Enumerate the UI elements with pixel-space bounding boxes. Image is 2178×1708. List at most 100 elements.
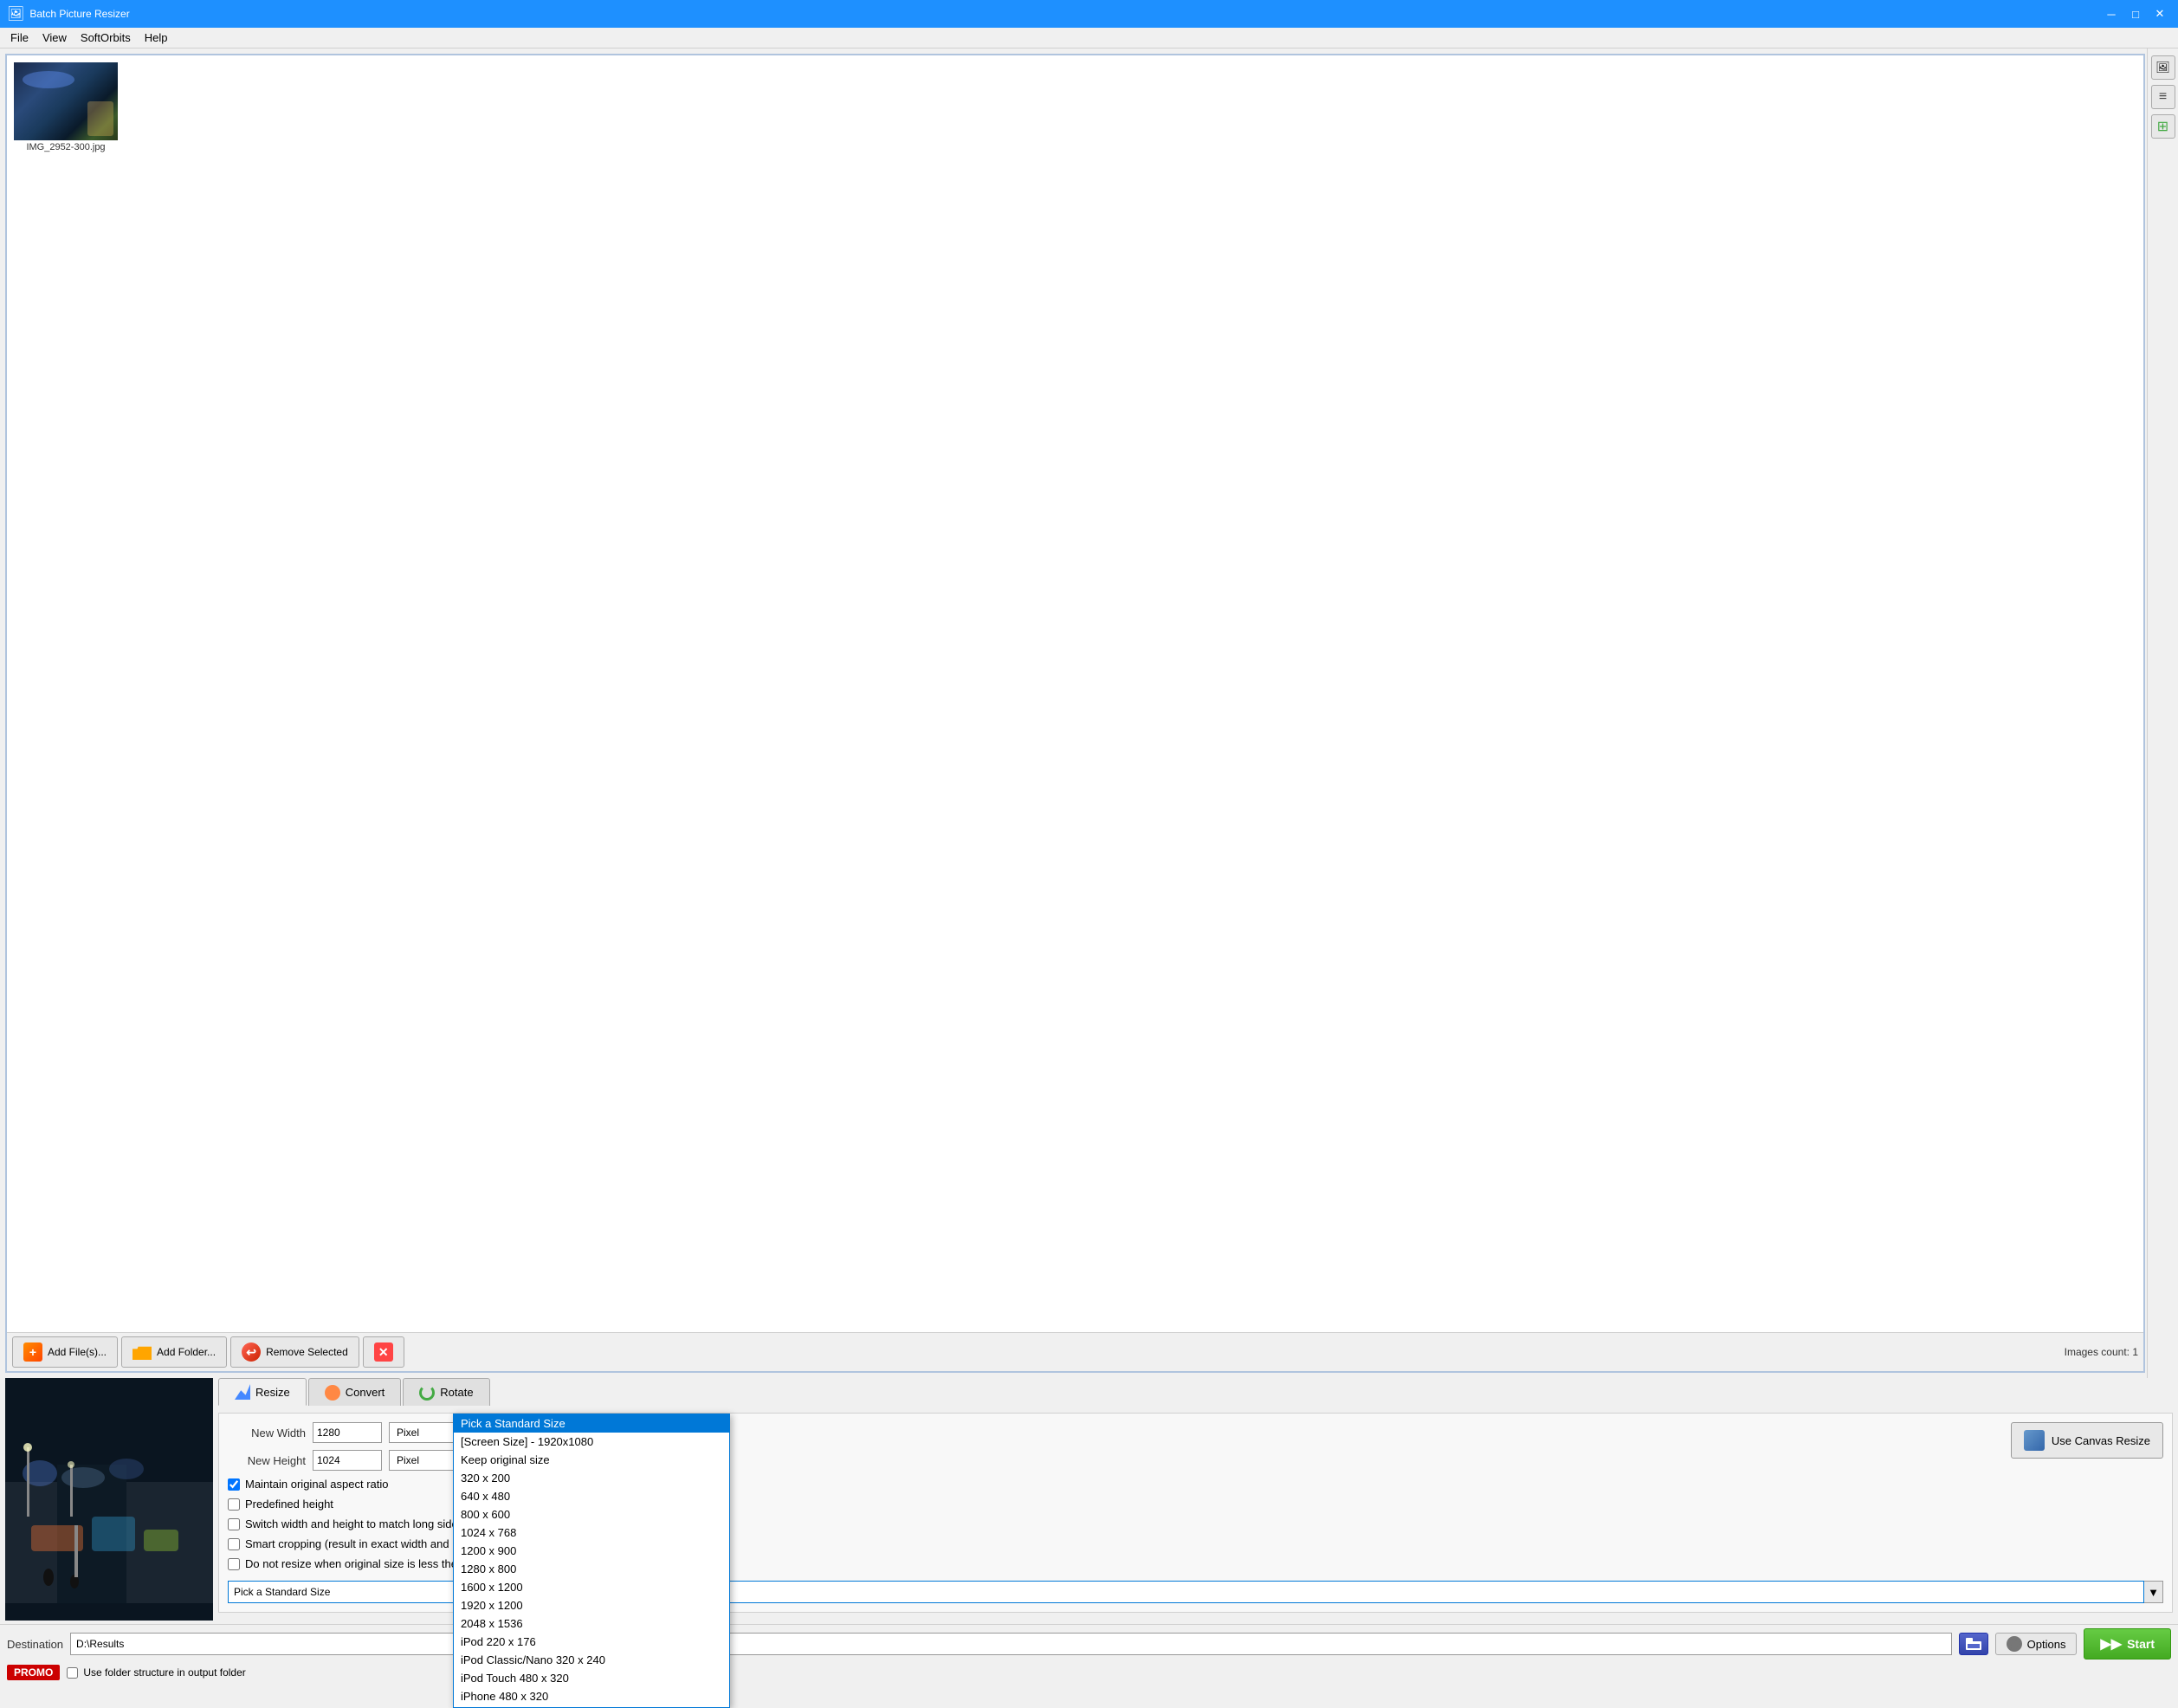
menu-help[interactable]: Help	[138, 29, 175, 46]
dropdown-item[interactable]: [Screen Size] - 1920x1080	[454, 1433, 729, 1451]
dropdown-item[interactable]: 1600 x 1200	[454, 1578, 729, 1596]
main-window: IMG_2952-300.jpg + Add File(s)... Add Fo…	[0, 49, 2178, 1684]
dropdown-item[interactable]: 640 x 480	[454, 1487, 729, 1505]
title-bar: 🖼 Batch Picture Resizer ─ □ ✕	[0, 0, 2178, 28]
file-thumbnail	[14, 62, 118, 140]
footer-row: PROMO Use folder structure in output fol…	[0, 1663, 2178, 1684]
preview-area	[5, 1378, 213, 1621]
tab-resize[interactable]: Resize	[218, 1378, 307, 1406]
tab-rotate[interactable]: Rotate	[403, 1378, 489, 1406]
menu-file[interactable]: File	[3, 29, 36, 46]
destination-label: Destination	[7, 1638, 63, 1651]
menu-softorbits[interactable]: SoftOrbits	[74, 29, 138, 46]
add-files-button[interactable]: + Add File(s)...	[12, 1336, 118, 1368]
pick-size-dropdown-arrow[interactable]: ▼	[2144, 1581, 2163, 1603]
no-upscale-checkbox[interactable]	[228, 1558, 240, 1570]
grid-view-button[interactable]: ⊞	[2151, 114, 2175, 139]
smart-crop-checkbox[interactable]	[228, 1538, 240, 1550]
resize-tab-icon	[235, 1384, 250, 1400]
gear-icon	[2007, 1636, 2022, 1652]
width-input[interactable]	[313, 1422, 382, 1443]
tab-convert[interactable]: Convert	[308, 1378, 402, 1406]
file-toolbar: + Add File(s)... Add Folder... ↩ Remove …	[7, 1332, 2143, 1371]
options-label: Options	[2027, 1638, 2066, 1651]
remove-selected-button[interactable]: ↩ Remove Selected	[230, 1336, 359, 1368]
add-folder-label: Add Folder...	[157, 1346, 216, 1358]
grid-view-icon: ⊞	[2157, 118, 2168, 135]
add-folder-button[interactable]: Add Folder...	[121, 1336, 227, 1368]
file-item[interactable]: IMG_2952-300.jpg	[14, 62, 118, 152]
maintain-aspect-label[interactable]: Maintain original aspect ratio	[245, 1478, 388, 1491]
controls-panel: Resize Convert Rotate New Width	[218, 1378, 2173, 1621]
menu-view[interactable]: View	[36, 29, 74, 46]
right-sidebar: 🖼 ≡ ⊞	[2147, 49, 2178, 1378]
bottom-panel: Resize Convert Rotate New Width	[5, 1378, 2173, 1621]
list-view-button[interactable]: ≡	[2151, 85, 2175, 109]
close-button[interactable]: ✕	[2149, 4, 2171, 23]
options-button[interactable]: Options	[1995, 1633, 2078, 1655]
dropdown-item[interactable]: 1024 x 768	[454, 1524, 729, 1542]
destination-browse-button[interactable]	[1959, 1633, 1988, 1655]
app-icon: 🖼	[7, 5, 24, 23]
canvas-resize-label: Use Canvas Resize	[2052, 1434, 2150, 1447]
clear-icon: ✕	[374, 1342, 393, 1362]
predefined-height-checkbox[interactable]	[228, 1498, 240, 1511]
file-list-area[interactable]: IMG_2952-300.jpg	[7, 55, 2143, 1332]
canvas-resize-button[interactable]: Use Canvas Resize	[2011, 1422, 2163, 1459]
dropdown-item[interactable]: Keep original size	[454, 1451, 729, 1469]
dropdown-item[interactable]: 1200 x 900	[454, 1542, 729, 1560]
promo-badge: PROMO	[7, 1665, 60, 1680]
remove-selected-label: Remove Selected	[266, 1346, 348, 1358]
folder-structure-row: Use folder structure in output folder	[67, 1666, 245, 1679]
thumbnail-view-button[interactable]: 🖼	[2151, 55, 2175, 80]
start-label: Start	[2127, 1637, 2155, 1651]
rotate-tab-icon	[419, 1385, 435, 1401]
dropdown-item[interactable]: iPod Classic/Nano 320 x 240	[454, 1651, 729, 1669]
predefined-height-label[interactable]: Predefined height	[245, 1498, 333, 1511]
tabs: Resize Convert Rotate	[218, 1378, 2173, 1406]
dropdown-item[interactable]: iPhone 480 x 320	[454, 1687, 729, 1705]
thumbnail-image	[14, 62, 118, 140]
smart-crop-label[interactable]: Smart cropping (result in exact width an…	[245, 1537, 487, 1550]
preview-svg	[5, 1378, 213, 1621]
dropdown-item[interactable]: 320 x 200	[454, 1469, 729, 1487]
add-files-icon: +	[23, 1342, 42, 1362]
height-input[interactable]	[313, 1450, 382, 1471]
switch-sides-label[interactable]: Switch width and height to match long si…	[245, 1517, 463, 1530]
convert-tab-icon	[325, 1385, 340, 1401]
add-folder-icon	[132, 1344, 152, 1360]
dropdown-item[interactable]: 800 x 600	[454, 1505, 729, 1524]
destination-input[interactable]	[70, 1633, 1952, 1655]
dropdown-item[interactable]: iPod 220 x 176	[454, 1633, 729, 1651]
window-controls: ─ □ ✕	[2100, 4, 2171, 23]
content-area: IMG_2952-300.jpg + Add File(s)... Add Fo…	[0, 49, 2178, 1378]
resize-tab-label: Resize	[255, 1386, 290, 1399]
form-area: New Width Pixel Percent Inch cm New Heig…	[218, 1413, 2173, 1613]
width-label: New Width	[228, 1427, 306, 1440]
standard-size-dropdown[interactable]: Pick a Standard Size[Screen Size] - 1920…	[453, 1414, 730, 1708]
add-files-label: Add File(s)...	[48, 1346, 107, 1358]
switch-sides-checkbox[interactable]	[228, 1518, 240, 1530]
maximize-button[interactable]: □	[2124, 4, 2147, 23]
start-arrow-icon: ▶▶	[2100, 1635, 2122, 1653]
start-button[interactable]: ▶▶ Start	[2084, 1628, 2171, 1659]
dropdown-item[interactable]: 2048 x 1536	[454, 1614, 729, 1633]
dropdown-item[interactable]: 1280 x 800	[454, 1560, 729, 1578]
minimize-button[interactable]: ─	[2100, 4, 2123, 23]
dropdown-item[interactable]: Pick a Standard Size	[454, 1414, 729, 1433]
dropdown-item[interactable]: 1920 x 1200	[454, 1596, 729, 1614]
menu-bar: File View SoftOrbits Help	[0, 28, 2178, 49]
clear-button[interactable]: ✕	[363, 1336, 404, 1368]
canvas-resize-icon	[2024, 1430, 2045, 1451]
images-count: Images count: 1	[2065, 1346, 2138, 1358]
destination-bar: Destination Options ▶▶ Start	[0, 1624, 2178, 1663]
height-label: New Height	[228, 1454, 306, 1467]
rotate-tab-label: Rotate	[440, 1386, 473, 1399]
remove-selected-icon: ↩	[242, 1342, 261, 1362]
list-view-icon: ≡	[2159, 89, 2167, 105]
file-name: IMG_2952-300.jpg	[26, 142, 105, 152]
dropdown-item[interactable]: iPod Touch 480 x 320	[454, 1669, 729, 1687]
folder-structure-label[interactable]: Use folder structure in output folder	[83, 1666, 245, 1679]
folder-structure-checkbox[interactable]	[67, 1667, 78, 1679]
maintain-aspect-checkbox[interactable]	[228, 1478, 240, 1491]
